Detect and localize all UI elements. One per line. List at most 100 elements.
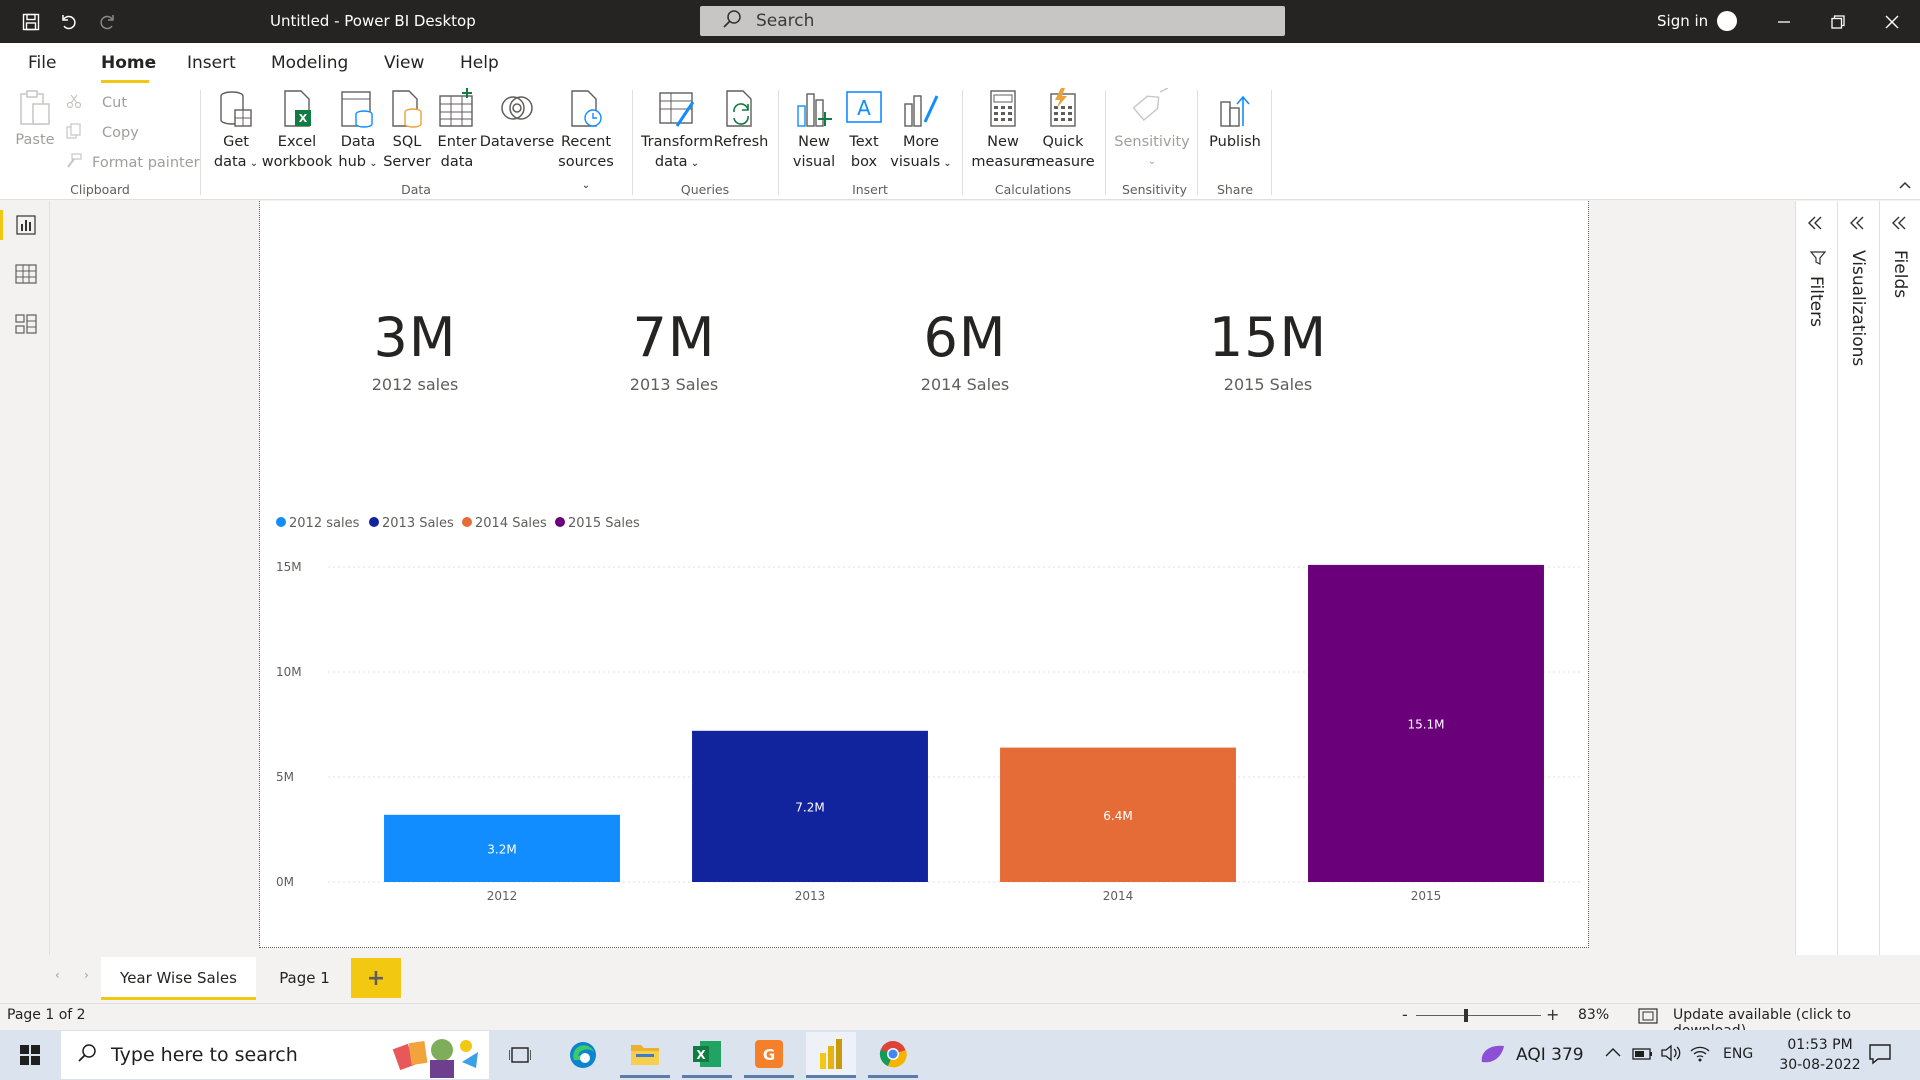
card-value-2013[interactable]: 7M (564, 306, 784, 369)
get-data-button[interactable]: Get data ⌄ (211, 88, 261, 174)
wifi-icon[interactable] (1689, 1043, 1711, 1067)
tab-file[interactable]: File (28, 43, 56, 85)
undo-icon[interactable] (56, 0, 82, 43)
speaker-icon[interactable] (1660, 1044, 1682, 1066)
pdf-app-icon[interactable]: G (744, 1032, 794, 1078)
excel-workbook-label-2: workbook (261, 154, 333, 170)
page-tab-year-wise-sales[interactable]: Year Wise Sales (101, 957, 256, 999)
add-page-button[interactable]: + (351, 958, 401, 998)
tab-view[interactable]: View (384, 43, 424, 85)
refresh-button[interactable]: Refresh (713, 88, 769, 152)
tab-home[interactable]: Home (101, 43, 156, 85)
minimize-icon[interactable] (1758, 0, 1810, 43)
aqi-indicator[interactable]: AQI 379 (1516, 1045, 1584, 1065)
edge-browser-icon[interactable] (558, 1032, 608, 1078)
paste-button[interactable]: Paste (14, 88, 56, 150)
expand-visualizations-icon[interactable] (1849, 212, 1865, 236)
dataverse-button[interactable]: Dataverse (480, 88, 554, 152)
page-tab-page-1[interactable]: Page 1 (262, 957, 347, 999)
search-icon (77, 1043, 97, 1067)
card-value-2012[interactable]: 3M (305, 306, 525, 369)
collapse-ribbon-icon[interactable] (1898, 178, 1912, 194)
chevron-down-icon: ⌄ (366, 158, 378, 169)
power-bi-app-icon[interactable] (806, 1032, 856, 1078)
cut-button[interactable]: Cut (66, 92, 127, 114)
publish-button[interactable]: Publish (1206, 88, 1264, 152)
tab-help[interactable]: Help (460, 43, 499, 85)
tab-modeling[interactable]: Modeling (271, 43, 348, 85)
search-highlight-image (392, 1032, 484, 1078)
chevron-down-icon: ⌄ (1147, 156, 1157, 167)
more-visuals-button[interactable]: More visuals ⌄ (890, 88, 952, 174)
taskbar-clock[interactable]: 01:53 PM 30-08-2022 (1765, 1035, 1875, 1075)
fit-to-page-icon[interactable] (1638, 1008, 1658, 1028)
tab-insert[interactable]: Insert (187, 43, 236, 85)
recent-sources-label-1: Recent (560, 134, 612, 150)
legend-marker (555, 517, 565, 527)
format-painter-button[interactable]: Format painter (66, 152, 200, 174)
excel-workbook-label-1: Excel (277, 134, 317, 150)
sql-server-button[interactable]: SQL Server (383, 88, 431, 172)
zoom-out-button[interactable]: - (1402, 1005, 1408, 1024)
quick-measure-label-2: measure (1031, 154, 1095, 170)
copy-icon (66, 123, 82, 143)
excel-app-icon[interactable]: X (682, 1032, 732, 1078)
input-language[interactable]: ENG (1723, 1046, 1753, 1062)
save-icon[interactable] (18, 0, 44, 43)
ribbon-separator (200, 90, 201, 195)
expand-fields-icon[interactable] (1891, 212, 1907, 236)
zoom-in-button[interactable]: + (1546, 1005, 1559, 1024)
sign-in-link[interactable]: Sign in (1657, 0, 1708, 43)
restore-icon[interactable] (1812, 0, 1864, 43)
battery-icon[interactable] (1632, 1046, 1654, 1065)
show-hidden-icons-icon[interactable] (1604, 1044, 1622, 1064)
expand-filters-icon[interactable] (1807, 212, 1823, 236)
data-view-icon[interactable] (12, 260, 40, 288)
data-hub-button[interactable]: Data hub ⌄ (334, 88, 382, 174)
report-view-icon[interactable] (12, 211, 40, 239)
text-box-button[interactable]: A Text box (842, 88, 886, 172)
model-view-icon[interactable] (12, 310, 40, 338)
scroll-left-icon[interactable]: ‹ (55, 968, 60, 982)
quick-measure-button[interactable]: Quick measure (1031, 88, 1095, 172)
database-icon (220, 91, 252, 127)
search-box[interactable]: Search (700, 6, 1285, 36)
notifications-icon[interactable] (1868, 1043, 1892, 1069)
close-icon[interactable] (1866, 0, 1918, 43)
recent-sources-button[interactable]: Recent sources ⌄ (553, 88, 619, 196)
zoom-slider-thumb[interactable] (1464, 1009, 1468, 1022)
recent-sources-label-2: sources (558, 154, 614, 170)
clock-time: 01:53 PM (1787, 1037, 1853, 1053)
redo-icon[interactable] (94, 0, 120, 43)
new-visual-button[interactable]: New visual (791, 88, 837, 172)
card-value-2014[interactable]: 6M (855, 306, 1075, 369)
paste-label: Paste (15, 132, 55, 148)
enter-data-button[interactable]: Enter data (435, 88, 479, 172)
scroll-right-icon[interactable]: › (84, 968, 89, 982)
bar-chart[interactable]: 2012 sales 2013 Sales 2014 Sales 2015 Sales… (270, 505, 1590, 905)
fields-pane[interactable] (1879, 201, 1920, 955)
more-visuals-label-1: More (903, 134, 939, 150)
ribbon-separator (1271, 90, 1272, 195)
windows-start-icon[interactable] (5, 1032, 55, 1078)
zoom-slider[interactable] (1416, 1015, 1541, 1016)
avatar[interactable] (1717, 11, 1737, 31)
file-explorer-icon[interactable] (620, 1032, 670, 1078)
filters-pane-title[interactable]: Filters (1806, 276, 1826, 327)
card-value-2015[interactable]: 15M (1158, 306, 1378, 369)
excel-workbook-button[interactable]: X Excel workbook (262, 88, 332, 172)
chrome-browser-icon[interactable] (868, 1032, 918, 1078)
new-measure-button[interactable]: New measure (971, 88, 1035, 172)
visualizations-pane-title[interactable]: Visualizations (1848, 250, 1868, 366)
copy-button[interactable]: Copy (66, 122, 139, 144)
fields-pane-title[interactable]: Fields (1890, 250, 1910, 298)
enter-data-label-1: Enter (437, 134, 477, 150)
group-label-share: Share (1216, 182, 1254, 197)
data-label: 7.2M (795, 800, 824, 814)
sensitivity-button[interactable]: Sensitivity ⌄ (1114, 88, 1190, 172)
legend-label: 2012 sales (289, 516, 360, 531)
sensitivity-label-icon (1132, 88, 1169, 122)
task-view-icon[interactable] (495, 1032, 545, 1078)
transform-data-button[interactable]: Transform data ⌄ (641, 88, 713, 174)
weather-icon[interactable] (1478, 1042, 1506, 1070)
